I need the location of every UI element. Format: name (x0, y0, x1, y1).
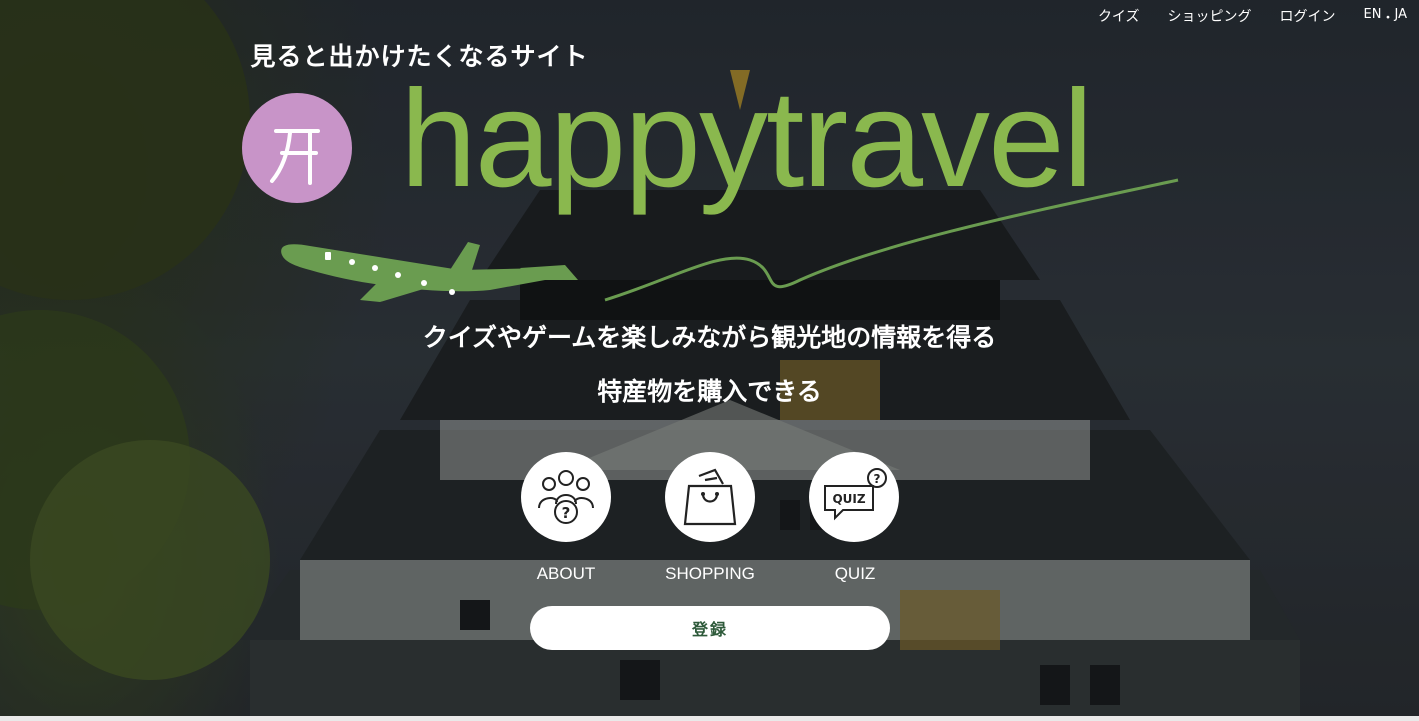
logo-airplane-graphic (281, 178, 1179, 302)
lead-text-line1: クイズやゲームを楽しみながら観光地の情報を得る (422, 323, 997, 352)
people-question-icon: ? (538, 470, 594, 524)
shopping-bag-icon (683, 468, 737, 526)
nav-shopping-link[interactable]: ショッピング (1168, 6, 1252, 26)
nav-quiz-link[interactable]: クイズ (1098, 6, 1140, 26)
lang-ja-link[interactable]: JA (1395, 7, 1408, 26)
svg-text:QUIZ: QUIZ (832, 492, 865, 506)
nav-login-link[interactable]: ログイン (1280, 6, 1336, 26)
svg-text:?: ? (874, 472, 881, 486)
lead-text-line2: 特産物を購入できる (597, 377, 822, 406)
language-switcher: EN ・ JA (1364, 7, 1407, 26)
flight-path-line (604, 178, 1179, 302)
shopping-label[interactable]: SHOPPING (630, 564, 790, 584)
svg-text:?: ? (562, 504, 571, 522)
airplane-icon (281, 242, 578, 302)
register-button[interactable]: 登録 (530, 606, 890, 650)
shopping-button[interactable] (665, 452, 755, 542)
page-bottom-edge (0, 716, 1419, 721)
about-label[interactable]: ABOUT (486, 564, 646, 584)
quiz-label[interactable]: QUIZ (775, 564, 935, 584)
quiz-bubble-icon: QUIZ ? (824, 468, 887, 521)
lang-separator: ・ (1381, 10, 1395, 26)
about-button[interactable]: ? (521, 452, 611, 542)
hero-background: クイズ ショッピング ログイン EN ・ JA 見ると出かけたくなるサイト ha… (0, 0, 1419, 716)
lang-en-link[interactable]: EN (1364, 7, 1382, 26)
top-navigation: クイズ ショッピング ログイン EN ・ JA (1098, 6, 1407, 26)
quiz-button[interactable]: QUIZ ? (809, 452, 899, 542)
